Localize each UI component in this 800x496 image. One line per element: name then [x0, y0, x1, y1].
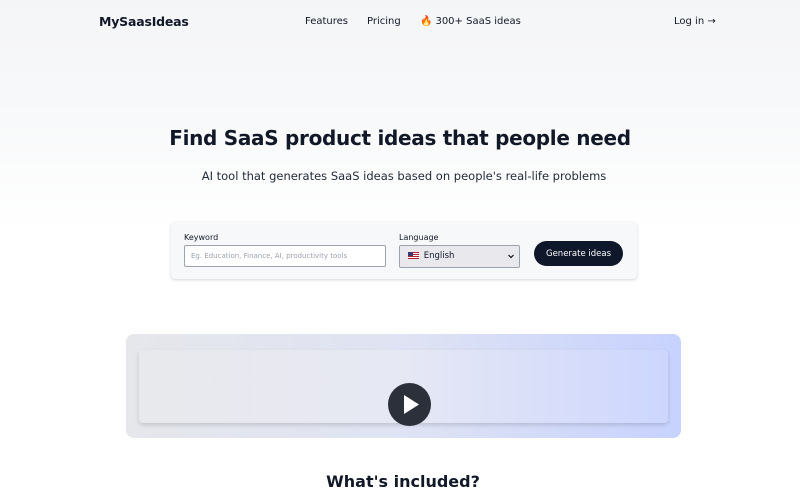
chevron-down-icon: [507, 246, 515, 275]
nav-link-saas-ideas[interactable]: 🔥 300+ SaaS ideas: [420, 16, 521, 27]
us-flag-icon: [408, 251, 419, 259]
play-icon: [404, 395, 419, 414]
page-subtitle: AI tool that generates SaaS ideas based …: [201, 169, 607, 183]
nav-link-features[interactable]: Features: [305, 16, 348, 27]
play-button[interactable]: [388, 383, 431, 426]
section-title-whats-included: What's included?: [326, 472, 480, 491]
language-select[interactable]: English: [399, 245, 520, 268]
keyword-input[interactable]: [184, 245, 386, 267]
login-link[interactable]: Log in →: [674, 16, 716, 27]
keyword-label: Keyword: [184, 233, 219, 242]
language-select-value: English: [423, 251, 455, 261]
top-navbar: MySaasIdeas Features Pricing 🔥 300+ SaaS …: [0, 0, 800, 44]
language-label: Language: [399, 233, 439, 242]
nav-link-saas-ideas-label: 300+ SaaS ideas: [435, 16, 521, 27]
fire-icon: 🔥: [420, 16, 433, 27]
nav-link-pricing[interactable]: Pricing: [367, 16, 401, 27]
idea-generator-form: Keyword Language English Generate ideas: [171, 222, 637, 279]
page-title: Find SaaS product ideas that people need: [169, 126, 631, 150]
generate-ideas-button[interactable]: Generate ideas: [534, 241, 623, 266]
logo[interactable]: MySaasIdeas: [99, 14, 189, 29]
